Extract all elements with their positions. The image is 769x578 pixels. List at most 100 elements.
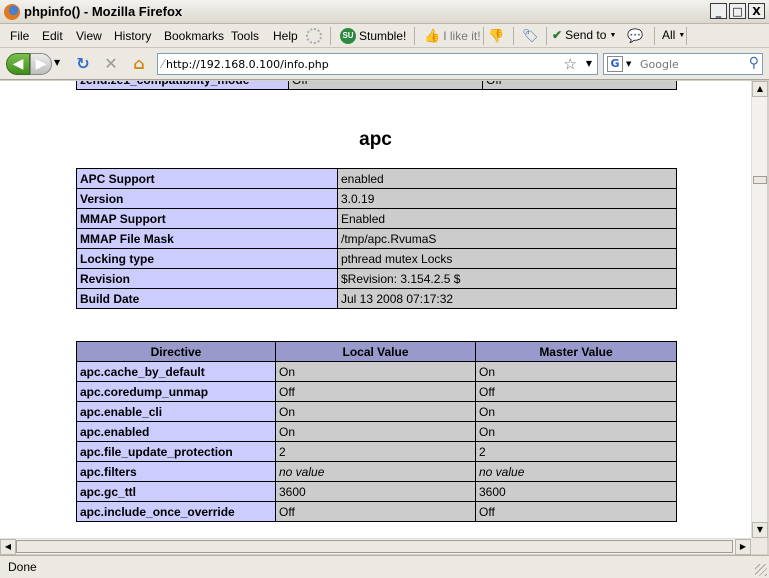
- tag-button[interactable]: 🏷: [522, 28, 539, 44]
- ilike-button[interactable]: 👍 I like it!: [424, 28, 481, 44]
- stumble-label: Stumble!: [359, 29, 407, 43]
- table-row: apc.enable_cli On On: [76, 401, 677, 422]
- local-value: no value: [275, 461, 476, 482]
- table-row: MMAP Support Enabled: [76, 208, 677, 229]
- status-text: Done: [8, 560, 37, 574]
- local-value: Off: [288, 81, 483, 90]
- sendto-button[interactable]: ✔ Send to ▼: [552, 28, 616, 42]
- column-header-master: Master Value: [475, 341, 677, 362]
- directive-name: apc.filters: [76, 461, 276, 482]
- master-value: Off: [475, 501, 677, 522]
- master-value: 2: [475, 441, 677, 462]
- master-value: On: [475, 401, 677, 422]
- info-name: APC Support: [76, 168, 338, 189]
- info-value: Enabled: [337, 208, 677, 229]
- master-value: 3600: [475, 481, 677, 502]
- scroll-right-button[interactable]: ▶: [735, 539, 751, 555]
- search-icon[interactable]: ⚲: [749, 55, 759, 71]
- back-button[interactable]: ◀: [6, 53, 30, 75]
- menu-bookmarks[interactable]: Bookmarks: [164, 29, 224, 43]
- reload-icon[interactable]: ↻: [74, 55, 92, 73]
- url-dropdown-icon[interactable]: ▼: [586, 59, 592, 68]
- toolbar-separator: [330, 27, 331, 45]
- all-button[interactable]: All ▼: [662, 28, 685, 42]
- comment-button[interactable]: 💬: [627, 28, 643, 44]
- close-button[interactable]: X: [748, 3, 765, 19]
- resize-grip-icon[interactable]: [755, 564, 767, 576]
- table-row: MMAP File Mask/tmp/apc.RvumaS: [76, 228, 677, 249]
- vertical-scroll-thumb[interactable]: [753, 176, 767, 184]
- menu-tools[interactable]: Tools: [231, 29, 259, 43]
- info-value: enabled: [337, 168, 677, 189]
- forward-button[interactable]: ▶: [30, 53, 52, 75]
- directive-name: apc.file_update_protection: [76, 441, 276, 462]
- sendto-label: Send to: [565, 28, 607, 42]
- master-value: Off: [475, 381, 677, 402]
- table-row: zend.ze1_compatibility_mode Off Off: [76, 81, 677, 90]
- search-bar[interactable]: G ▼ ⚲: [603, 53, 763, 75]
- toolbar-separator: [513, 27, 514, 45]
- home-icon[interactable]: ⌂: [130, 55, 148, 73]
- menu-history[interactable]: History: [114, 29, 151, 43]
- info-value: $Revision: 3.154.2.5 $: [337, 268, 677, 289]
- stumble-button[interactable]: SU Stumble!: [340, 28, 406, 44]
- chevron-down-icon: ▼: [678, 31, 686, 39]
- url-bar[interactable]: ⁄ ☆ ▼: [157, 53, 598, 75]
- table-row: apc.gc_ttl 3600 3600: [76, 481, 677, 502]
- info-name: Revision: [76, 268, 338, 289]
- scroll-up-button[interactable]: ▲: [752, 81, 768, 97]
- horizontal-scroll-thumb[interactable]: [16, 540, 733, 553]
- previous-section-table: zend.ze1_compatibility_mode Off Off: [76, 81, 677, 90]
- table-row: apc.file_update_protection 2 2: [76, 441, 677, 462]
- menu-edit[interactable]: Edit: [42, 29, 63, 43]
- directive-name: apc.enable_cli: [76, 401, 276, 422]
- info-name: MMAP File Mask: [76, 228, 338, 249]
- apc-info-table: APC Support enabled Version 3.0.19 MMAP Supp…: [76, 168, 677, 309]
- toolbar-separator: [686, 27, 687, 45]
- stop-icon[interactable]: ✕: [102, 55, 120, 73]
- menu-view[interactable]: View: [76, 29, 102, 43]
- bookmark-star-icon[interactable]: ☆: [564, 55, 577, 73]
- local-value: Off: [275, 501, 476, 522]
- thumbs-up-icon: 👍: [424, 28, 441, 43]
- horizontal-scrollbar[interactable]: ◀ ▶: [0, 538, 751, 555]
- column-header-local: Local Value: [275, 341, 476, 362]
- info-name: Version: [76, 188, 338, 209]
- info-value: pthread mutex Locks: [337, 248, 677, 269]
- toolbar-separator: [414, 27, 415, 45]
- info-value: Jul 13 2008 07:17:32: [337, 288, 677, 309]
- checkmark-icon: ✔: [552, 28, 563, 42]
- toolbar-separator: [546, 27, 547, 45]
- vertical-scrollbar[interactable]: ▲ ▼: [751, 81, 768, 538]
- section-title: apc: [359, 129, 392, 150]
- toolbar-separator: [483, 27, 484, 45]
- scrollbar-corner: [751, 538, 767, 554]
- menu-help[interactable]: Help: [273, 29, 298, 43]
- maximize-button[interactable]: □: [729, 3, 746, 19]
- table-row: apc.enabled On On: [76, 421, 677, 442]
- table-row: Revision $Revision: 3.154.2.5 $: [76, 268, 677, 289]
- table-row: apc.cache_by_default On On: [76, 361, 677, 382]
- url-input[interactable]: [166, 57, 556, 71]
- page-content: zend.ze1_compatibility_mode Off Off apc …: [0, 81, 751, 538]
- apc-directives-table: Directive Local Value Master Value apc.cach…: [76, 341, 677, 522]
- search-input[interactable]: [640, 57, 740, 71]
- scroll-left-button[interactable]: ◀: [0, 539, 16, 555]
- history-dropdown-icon[interactable]: ▼: [54, 58, 60, 67]
- toolbar-separator: [654, 27, 655, 45]
- table-row: Version 3.0.19: [76, 188, 677, 209]
- menu-file[interactable]: File: [10, 29, 29, 43]
- info-value: /tmp/apc.RvumaS: [337, 228, 677, 249]
- info-name: Build Date: [76, 288, 338, 309]
- minimize-button[interactable]: _: [710, 3, 727, 19]
- table-header-row: Directive Local Value Master Value: [76, 341, 677, 362]
- local-value: Off: [275, 381, 476, 402]
- scroll-down-button[interactable]: ▼: [752, 522, 768, 538]
- table-row: APC Support enabled: [76, 168, 677, 189]
- google-engine-icon[interactable]: G: [607, 56, 623, 72]
- thumbs-down-button[interactable]: 👎: [488, 28, 504, 44]
- master-value: no value: [475, 461, 677, 482]
- table-row: apc.coredump_unmap Off Off: [76, 381, 677, 402]
- engine-dropdown-icon[interactable]: ▼: [626, 60, 631, 68]
- directive-name: apc.gc_ttl: [76, 481, 276, 502]
